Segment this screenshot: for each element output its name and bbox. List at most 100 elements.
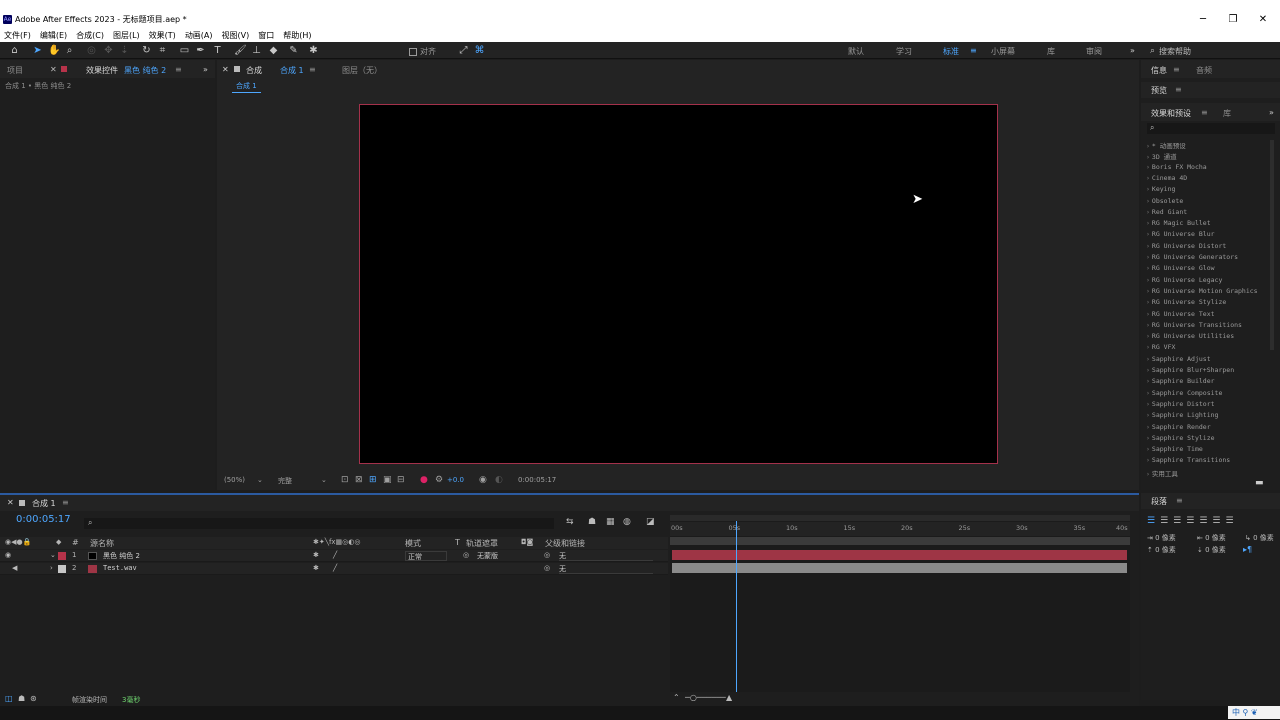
tab-timeline-comp[interactable]: 合成 1 <box>32 498 56 509</box>
tab-paragraph[interactable]: 段落 <box>1151 496 1167 507</box>
dolly-tool-icon[interactable]: ⇣ <box>119 45 130 56</box>
orbit-tool-icon[interactable]: ◎ <box>86 45 97 56</box>
ltr-direction-icon[interactable]: ▸¶ <box>1243 545 1252 554</box>
justify-right-icon[interactable]: ☰ <box>1212 516 1220 526</box>
space-after[interactable]: ⇣ 0 像素 <box>1197 545 1226 555</box>
frame-blending-icon[interactable]: ▦ <box>606 517 615 527</box>
workspace-review[interactable]: 审阅 <box>1086 46 1102 57</box>
space-before[interactable]: ⇡ 0 像素 <box>1147 545 1176 555</box>
more-workspaces-icon[interactable]: » <box>1130 46 1135 55</box>
clone-stamp-icon[interactable]: ⊥ <box>251 45 262 56</box>
playhead[interactable] <box>735 521 737 695</box>
timeline-graph[interactable]: 00s 05s 10s 15s 20s 25s 30s 35s 40s <box>670 515 1130 695</box>
menu-file[interactable]: 文件(F) <box>4 30 31 42</box>
workspace-learn[interactable]: 学习 <box>896 46 912 57</box>
info-menu-icon[interactable]: ≡ <box>1173 65 1180 74</box>
zoom-dropdown-icon[interactable]: ⌄ <box>257 476 263 484</box>
menu-layer[interactable]: 图层(L) <box>113 30 140 42</box>
region-of-interest-icon[interactable]: ▣ <box>383 475 392 485</box>
effects-category-item[interactable]: › Sapphire Composite <box>1146 389 1222 397</box>
puppet-tool-icon[interactable]: ✱ <box>308 45 319 56</box>
effects-category-item[interactable]: › RG Universe Distort <box>1146 242 1226 250</box>
indent-first[interactable]: ↳ 0 像素 <box>1245 533 1274 543</box>
indent-right[interactable]: ⇤ 0 像素 <box>1197 533 1226 543</box>
col-track-matte[interactable]: 轨道遮罩 <box>466 538 498 549</box>
align-center-icon[interactable]: ☰ <box>1160 516 1168 526</box>
close-comp-tab-icon[interactable]: ✕ <box>222 65 229 74</box>
menu-composition[interactable]: 合成(C) <box>76 30 104 42</box>
col-source-name[interactable]: 源名称 <box>90 538 114 549</box>
expand-effects-icon[interactable]: » <box>1269 108 1274 117</box>
show-snapshot-icon[interactable]: ◐ <box>495 475 503 485</box>
rectangle-tool-icon[interactable]: ▭ <box>179 45 190 56</box>
exposure-value[interactable]: +0.0 <box>447 476 464 484</box>
layer-switches-icon[interactable]: ☗ <box>18 694 25 703</box>
zoom-in-icon[interactable]: ▲ <box>726 693 732 702</box>
zoom-out-icon[interactable]: ⌃ <box>673 693 680 702</box>
expand-panel-icon[interactable]: » <box>203 65 208 74</box>
workspace-menu-icon[interactable]: ≡ <box>970 46 977 55</box>
quality-switch-icon[interactable]: ╱ <box>333 551 337 559</box>
parent-pickwhip-icon[interactable]: ◎ <box>544 564 550 572</box>
home-icon[interactable]: ⌂ <box>9 45 20 56</box>
zoom-select[interactable]: (50%) <box>224 476 245 484</box>
tab-effect-target[interactable]: 黑色 纯色 2 <box>124 65 166 76</box>
exposure-reset-icon[interactable]: ⚙ <box>435 475 443 485</box>
indent-left[interactable]: ⇥ 0 像素 <box>1147 533 1176 543</box>
shy-switch-icon[interactable]: ✱ <box>313 564 319 572</box>
matte-pickwhip-icon[interactable]: ◎ <box>463 551 469 559</box>
hand-tool-icon[interactable]: ✋ <box>48 45 60 56</box>
align-left-icon[interactable]: ☰ <box>1147 516 1155 526</box>
close-tab-icon[interactable]: ✕ <box>50 65 57 74</box>
layer-duration-bar[interactable] <box>672 563 1127 573</box>
close-timeline-icon[interactable]: ✕ <box>7 498 14 507</box>
effects-category-item[interactable]: › * 动画预设 <box>1146 140 1186 150</box>
tab-preview[interactable]: 预览 <box>1151 85 1167 96</box>
effects-category-item[interactable]: › RG Universe Text <box>1146 310 1215 318</box>
expand-layer-icon[interactable]: ⌄ <box>50 551 56 559</box>
comp-tab-menu-icon[interactable]: ≡ <box>309 65 316 74</box>
layer-name[interactable]: 黑色 纯色 2 <box>103 551 140 561</box>
transparency-grid-icon[interactable]: ⊠ <box>355 475 363 485</box>
comp-flowchart-icon[interactable]: ⇆ <box>566 517 574 527</box>
comp-subtab[interactable]: 合成 1 <box>232 80 261 93</box>
tab-info[interactable]: 信息 <box>1151 65 1167 76</box>
justify-all-icon[interactable]: ☰ <box>1225 516 1233 526</box>
menu-effect[interactable]: 效果(T) <box>149 30 176 42</box>
composition-canvas[interactable] <box>359 104 998 464</box>
resolution-select[interactable]: 完整 <box>278 476 292 486</box>
justify-left-icon[interactable]: ☰ <box>1186 516 1194 526</box>
text-tool-icon[interactable]: T <box>212 45 223 56</box>
effects-scrollbar[interactable] <box>1270 140 1274 350</box>
resolution-dropdown-icon[interactable]: ⌄ <box>321 476 327 484</box>
blend-mode-select[interactable]: 正常 <box>405 551 447 561</box>
effects-category-item[interactable]: › Sapphire Lighting <box>1146 411 1218 419</box>
close-button[interactable]: ✕ <box>1257 14 1269 25</box>
menu-view[interactable]: 视图(V) <box>222 30 250 42</box>
snap-icon[interactable]: ⤢ <box>458 45 469 56</box>
shy-layers-icon[interactable]: ☗ <box>588 517 596 527</box>
graph-editor-icon[interactable]: ◪ <box>646 517 655 527</box>
motion-blur-icon[interactable]: ◍ <box>623 517 631 527</box>
effects-category-item[interactable]: › RG Universe Transitions <box>1146 321 1242 329</box>
tab-project[interactable]: 项目 <box>7 65 23 76</box>
tab-composition[interactable]: 合成 <box>246 65 262 76</box>
mask-visibility-icon[interactable]: ⊞ <box>369 475 377 485</box>
roto-brush-icon[interactable]: ✎ <box>288 45 299 56</box>
rotate-tool-icon[interactable]: ↻ <box>141 45 152 56</box>
effects-category-item[interactable]: › Sapphire Distort <box>1146 400 1215 408</box>
effects-category-item[interactable]: › 实用工具 <box>1146 468 1178 478</box>
tab-layer[interactable]: 图层（无） <box>342 65 382 76</box>
parent-select[interactable]: 无 <box>559 551 653 561</box>
align-checkbox[interactable]: 对齐 <box>409 46 436 57</box>
expand-layer-icon[interactable]: › <box>50 564 53 572</box>
audio-icon[interactable]: ◀ <box>12 564 17 572</box>
timeline-timecode[interactable]: 0:00:05:17 <box>16 514 71 525</box>
effects-category-item[interactable]: › Keying <box>1146 185 1175 193</box>
tab-effect-controls[interactable]: 效果控件 <box>86 65 118 76</box>
menu-window[interactable]: 窗口 <box>258 30 274 42</box>
effects-category-item[interactable]: › Sapphire Adjust <box>1146 355 1211 363</box>
effects-category-item[interactable]: › RG Universe Glow <box>1146 264 1215 272</box>
effects-search-input[interactable]: ⌕ <box>1147 123 1275 134</box>
effects-category-item[interactable]: › RG Universe Utilities <box>1146 332 1234 340</box>
